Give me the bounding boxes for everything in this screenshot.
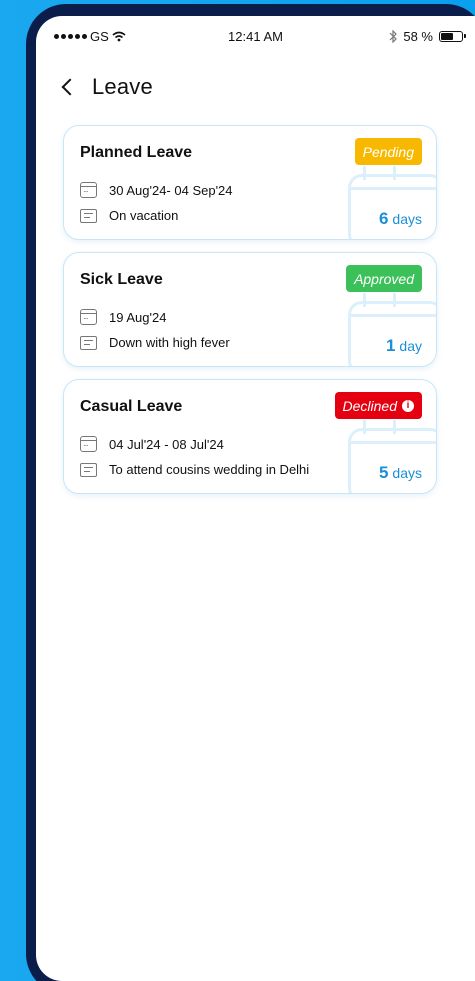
page-title: Leave — [92, 74, 153, 99]
days-unit: days — [392, 465, 422, 481]
info-icon[interactable]: i — [402, 399, 414, 412]
status-badge: Pending — [354, 138, 422, 165]
leave-dates: 30 Aug'24- 04 Sep'24 — [109, 182, 233, 198]
note-icon — [80, 335, 97, 350]
leave-dates-row: 30 Aug'24- 04 Sep'24 — [80, 182, 233, 198]
leave-card-sick[interactable]: Sick Leave Approved 19 Aug'24 Down with … — [63, 252, 437, 367]
status-label: Approved — [354, 270, 414, 287]
battery-label: 58 % — [403, 28, 433, 44]
leave-reason: To attend cousins wedding in Delhi — [109, 462, 310, 477]
calendar-decoration-icon — [348, 301, 436, 366]
leave-type: Casual Leave — [80, 398, 183, 415]
note-icon — [80, 462, 97, 477]
calendar-decoration-icon — [348, 428, 436, 493]
calendar-icon — [80, 436, 97, 452]
status-label: Declined — [342, 397, 397, 414]
days-unit: days — [392, 211, 422, 227]
leave-days: 6 days — [379, 209, 422, 229]
bluetooth-icon — [389, 29, 398, 43]
leave-card-casual[interactable]: Casual Leave Declined i 04 Jul'24 - 08 J… — [63, 379, 437, 494]
leave-reason-row: On vacation — [80, 208, 178, 223]
status-label: Pending — [362, 143, 414, 160]
days-count: 5 — [378, 463, 389, 482]
status-bar: GS 12:41 AM 58 % — [36, 26, 475, 46]
calendar-icon — [80, 182, 97, 198]
leave-list: Planned Leave Pending 30 Aug'24- 04 Sep'… — [63, 125, 437, 506]
note-icon — [80, 208, 97, 223]
leave-dates-row: 19 Aug'24 — [80, 309, 166, 325]
leave-dates-row: 04 Jul'24 - 08 Jul'24 — [80, 436, 224, 452]
leave-reason: On vacation — [109, 208, 179, 223]
calendar-icon — [80, 309, 97, 325]
leave-dates: 19 Aug'24 — [109, 309, 167, 325]
leave-dates: 04 Jul'24 - 08 Jul'24 — [109, 436, 224, 452]
leave-card-planned[interactable]: Planned Leave Pending 30 Aug'24- 04 Sep'… — [63, 125, 437, 240]
days-count: 1 — [385, 336, 396, 355]
leave-days: 5 days — [379, 463, 422, 483]
status-badge[interactable]: Declined i — [334, 392, 422, 419]
days-unit: day — [399, 338, 422, 354]
leave-reason-row: To attend cousins wedding in Delhi — [80, 462, 309, 477]
battery-icon — [439, 30, 466, 42]
leave-reason-row: Down with high fever — [80, 335, 230, 350]
phone-screen: GS 12:41 AM 58 % Leave Planned Leave Pen… — [36, 16, 475, 981]
status-right: 58 % — [389, 28, 466, 44]
leave-type: Sick Leave — [80, 271, 163, 288]
leave-reason: Down with high fever — [109, 335, 230, 350]
page-header: Leave — [61, 74, 153, 100]
leave-type: Planned Leave — [80, 144, 193, 161]
calendar-decoration-icon — [348, 174, 436, 239]
leave-days: 1 day — [386, 336, 422, 356]
chevron-left-icon[interactable] — [61, 78, 79, 96]
days-count: 6 — [378, 209, 389, 228]
status-badge: Approved — [346, 265, 422, 292]
